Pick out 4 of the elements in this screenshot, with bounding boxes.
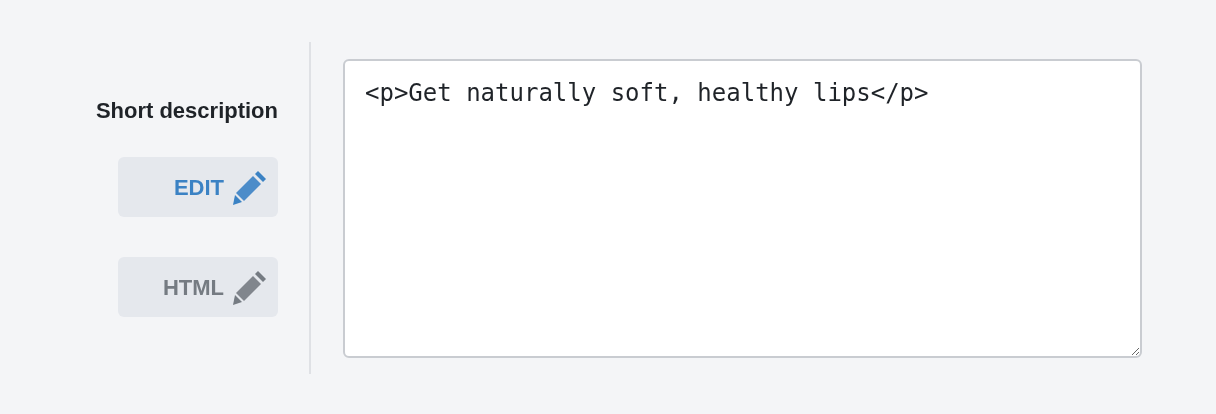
mode-button[interactable]: HTML xyxy=(118,257,278,317)
mode-button[interactable]: EDIT xyxy=(118,157,278,217)
description-field[interactable]: <p>Get naturally soft, healthy lips</p> xyxy=(343,59,1142,358)
field-label: Short description xyxy=(95,97,278,125)
